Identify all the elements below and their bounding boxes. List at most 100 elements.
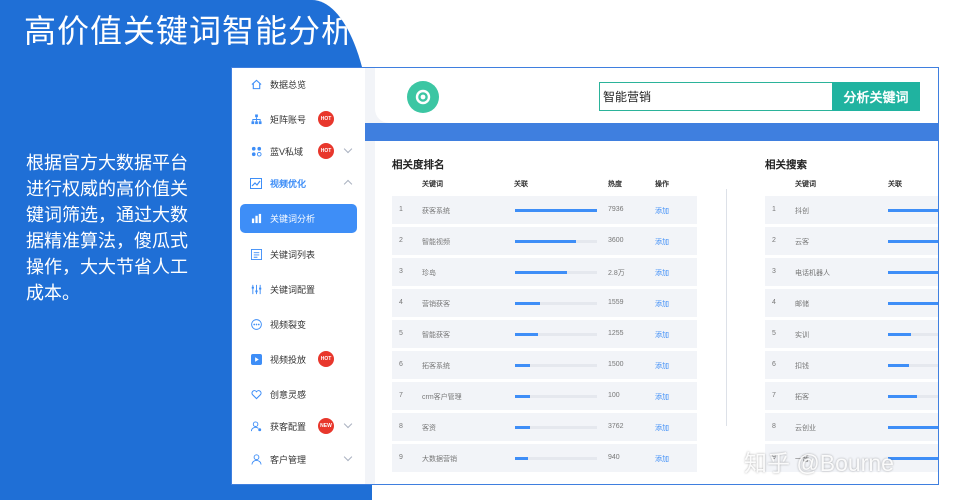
rank-cell: 2 [772, 237, 776, 244]
relevance-bar-fill [515, 209, 597, 212]
table-row: 5 实训 [765, 320, 938, 348]
add-keyword-link[interactable]: 添加 [655, 361, 669, 371]
relevance-bar-fill [515, 271, 568, 274]
analyze-keyword-button[interactable]: 分析关键词 [832, 82, 920, 111]
relevance-bar [888, 333, 938, 336]
add-keyword-link[interactable]: 添加 [655, 330, 669, 340]
table-row: 8 客资 3762 添加 [392, 413, 697, 441]
rank-cell: 4 [772, 299, 776, 306]
rank-cell: 1 [399, 206, 403, 213]
sidebar-item-label: 蓝V私域 [270, 146, 304, 157]
new-badge: NEW [318, 418, 334, 434]
sidebar-item-label: 关键词列表 [270, 249, 316, 260]
relevance-bar-fill [515, 240, 576, 243]
table-row: 2 云客 [765, 227, 938, 255]
rank-cell: 5 [772, 330, 776, 337]
rank-cell: 7 [772, 392, 776, 399]
add-keyword-link[interactable]: 添加 [655, 392, 669, 402]
add-keyword-link[interactable]: 添加 [655, 268, 669, 278]
relevance-bar [515, 364, 597, 367]
keyword-cell: 智能获客 [422, 332, 450, 339]
sidebar-group-video-optimize[interactable]: 视频优化 [240, 169, 357, 197]
relevance-bar [515, 209, 597, 212]
heart-icon [250, 388, 262, 400]
rank-cell: 6 [772, 361, 776, 368]
sidebar-item-label: 创意灵感 [270, 389, 307, 400]
hot-badge: HOT [318, 111, 334, 127]
relevance-col-keyword: 关键词 [422, 181, 443, 188]
rank-cell: 7 [399, 392, 403, 399]
user-gear-icon [250, 420, 262, 432]
sidebar-item-matrix-account[interactable]: 矩阵账号 HOT [240, 105, 357, 133]
sidebar-item-label: 客户管理 [270, 454, 307, 465]
table-row: 7 crm客户管理 100 添加 [392, 382, 697, 410]
relevance-bar-fill [515, 395, 530, 398]
keyword-cell: 营销获客 [422, 301, 450, 308]
relevance-bar-fill [888, 426, 938, 429]
sidebar-item-creative[interactable]: 创意灵感 [240, 380, 357, 408]
relevance-bar [515, 457, 597, 460]
keyword-search-input[interactable]: 智能营销 [599, 82, 832, 111]
relevance-bar [888, 240, 938, 243]
home-icon [250, 78, 262, 90]
relevance-bar-fill [515, 426, 530, 429]
sidebar-item-bluev[interactable]: 蓝V私域 HOT [240, 137, 357, 165]
sidebar-item-video-ads[interactable]: 视频投放 HOT [240, 345, 357, 373]
keyword-cell: 实训 [795, 332, 809, 339]
sidebar-item-label: 关键词配置 [270, 284, 316, 295]
rank-cell: 8 [772, 423, 776, 430]
relevance-bar [515, 395, 597, 398]
keyword-cell: 电话机器人 [795, 270, 830, 277]
table-row: 4 邮储 [765, 289, 938, 317]
heat-cell: 1500 [608, 361, 624, 368]
watermark: 知乎 @Bourne [744, 450, 894, 476]
rank-cell: 3 [399, 268, 403, 275]
sidebar-item-customer-manage[interactable]: 客户管理 [240, 445, 357, 473]
table-row: 3 电话机器人 [765, 258, 938, 286]
sidebar-item-label: 视频优化 [270, 178, 307, 189]
sidebar-item-keyword-analysis[interactable]: 关键词分析 [240, 204, 357, 233]
rank-cell: 4 [399, 299, 403, 306]
relevance-bar-fill [515, 457, 529, 460]
sidebar-item-keyword-config[interactable]: 关键词配置 [240, 275, 357, 303]
chevron-down-icon[interactable] [343, 419, 353, 429]
related-col-relevance: 关联 [888, 181, 902, 188]
sidebar-item-video-fission[interactable]: 视频裂变 [240, 310, 357, 338]
relevance-bar-fill [888, 333, 912, 336]
related-col-keyword: 关键词 [795, 181, 816, 188]
add-keyword-link[interactable]: 添加 [655, 206, 669, 216]
sidebar-item-label: 矩阵账号 [270, 114, 307, 125]
add-keyword-link[interactable]: 添加 [655, 237, 669, 247]
sidebar-item-keyword-list[interactable]: 关键词列表 [240, 240, 357, 268]
relevance-bar [515, 426, 597, 429]
heat-cell: 2.8万 [608, 270, 625, 277]
add-keyword-link[interactable]: 添加 [655, 423, 669, 433]
heat-cell: 1559 [608, 299, 624, 306]
hot-badge: HOT [318, 351, 334, 367]
add-keyword-link[interactable]: 添加 [655, 299, 669, 309]
sidebar-item-acquire-config[interactable]: 获客配置 NEW [240, 412, 357, 440]
chevron-up-icon[interactable] [343, 179, 353, 189]
relevance-col-heat: 热度 [608, 181, 622, 188]
chevron-down-icon[interactable] [343, 452, 353, 462]
relevance-bar [888, 271, 938, 274]
sidebar-item-overview[interactable]: 数据总览 [240, 70, 357, 98]
sidebar-item-label: 视频裂变 [270, 319, 307, 330]
relevance-bar-fill [888, 395, 917, 398]
keyword-cell: 客资 [422, 425, 436, 432]
chevron-down-icon[interactable] [343, 144, 353, 154]
app-window: 数据总览 矩阵账号 HOT 蓝V私域 HOT 视频优化 关键词分析 关键词列表 … [231, 67, 939, 485]
search-logo-icon [407, 81, 439, 113]
relevance-bar [888, 209, 938, 212]
keyword-cell: 邮储 [795, 301, 809, 308]
add-keyword-link[interactable]: 添加 [655, 454, 669, 464]
sidebar: 数据总览 矩阵账号 HOT 蓝V私域 HOT 视频优化 关键词分析 关键词列表 … [232, 68, 365, 484]
list-icon [250, 248, 262, 260]
trend-icon [250, 177, 262, 189]
relevance-bar [888, 364, 938, 367]
keyword-cell: 智能视频 [422, 239, 450, 246]
rank-cell: 3 [772, 268, 776, 275]
heat-cell: 100 [608, 392, 620, 399]
relevance-bar [515, 302, 597, 305]
relevance-col-relevance: 关联 [514, 181, 528, 188]
